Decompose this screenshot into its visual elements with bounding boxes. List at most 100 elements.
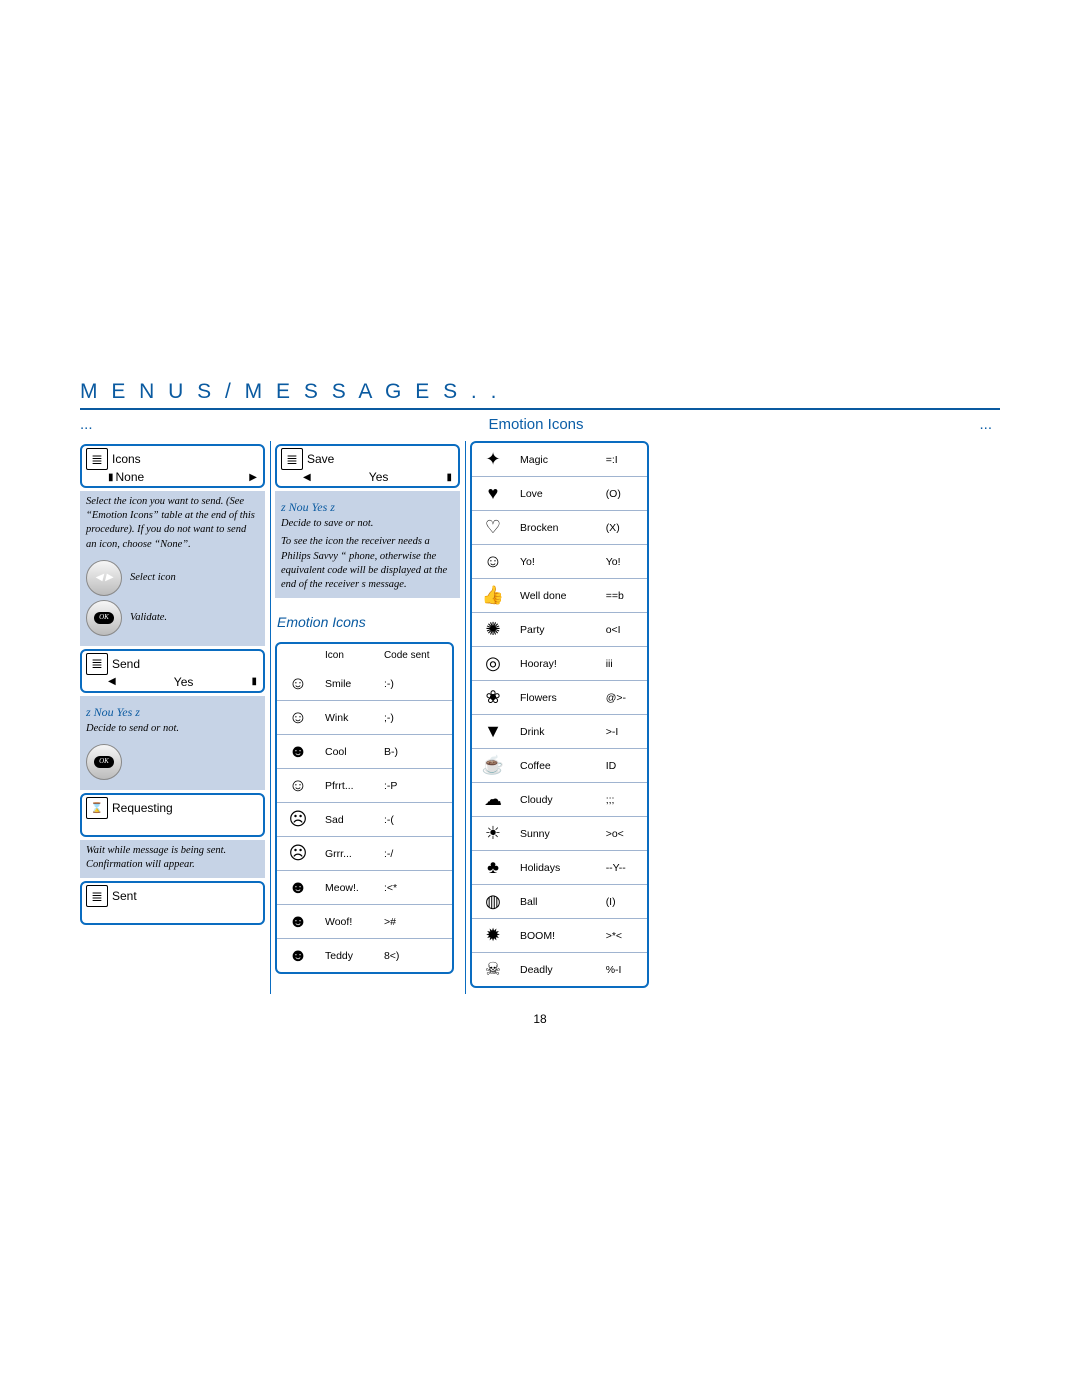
icon-code: >*< [600, 919, 647, 953]
emotion-icon: ♣ [472, 851, 514, 885]
icon-name: Pfrrt... [319, 769, 378, 803]
icon-name: Flowers [514, 681, 600, 715]
left-arrow-icon: ◀ [106, 676, 118, 687]
icon-name: Hooray! [514, 647, 600, 681]
hourglass-icon [86, 797, 108, 819]
phone-screen-icon [281, 448, 303, 470]
icon-code: --Y-- [600, 851, 647, 885]
emotion-icon: ☻ [277, 939, 319, 973]
emotion-icon: ♡ [472, 511, 514, 545]
cursor-icon: ▮ [106, 472, 116, 483]
instruction-text: Decide to save or not. [281, 517, 454, 531]
instruction-text: Select the icon you want to send. (See “… [86, 495, 259, 552]
screen-save: Save ◀ Yes ▮ [275, 444, 460, 488]
screen-send: Send ◀ Yes ▮ [80, 649, 265, 693]
icon-code: Yo! [600, 545, 647, 579]
screen-value: Yes [118, 675, 250, 689]
table-row: ☻CoolB-) [277, 735, 452, 769]
icon-name: Cloudy [514, 783, 600, 817]
icon-code: ># [378, 905, 452, 939]
emotion-icon: ☹ [277, 837, 319, 871]
icon-code: =:I [600, 443, 647, 477]
table-row: ☹Sad:-( [277, 803, 452, 837]
icon-name: Smile [319, 667, 378, 701]
emotion-icon: ☺ [277, 667, 319, 701]
icon-code: 8<) [378, 939, 452, 973]
screen-title: Icons [112, 452, 141, 466]
screen-title: Send [112, 657, 140, 671]
emotion-icon: ❀ [472, 681, 514, 715]
table-row: ✺Partyo<I [472, 613, 647, 647]
left-arrow-icon: ◀ [301, 472, 313, 483]
icon-name: Love [514, 477, 600, 511]
table-row: ❀Flowers@>- [472, 681, 647, 715]
emotion-icon: ☻ [277, 735, 319, 769]
icon-code: :-/ [378, 837, 452, 871]
table-row: ☁Cloudy;;; [472, 783, 647, 817]
col-header-code: Code sent [378, 644, 452, 667]
shade-4: z Nou Yes z Decide to save or not. To se… [275, 491, 460, 598]
table-row: ♡Brocken(X) [472, 511, 647, 545]
emotion-icon: ✦ [472, 443, 514, 477]
icon-code: :-) [378, 667, 452, 701]
emotion-icon: ☺ [277, 701, 319, 735]
table-row: ☺Yo!Yo! [472, 545, 647, 579]
icon-name: BOOM! [514, 919, 600, 953]
emotion-icon: ☠ [472, 953, 514, 987]
screen-title: Requesting [112, 801, 173, 815]
ok-button-icon: OK [86, 744, 122, 780]
icon-code: %-I [600, 953, 647, 987]
table-row: 👍Well done==b [472, 579, 647, 613]
emotion-icon: ☺ [277, 769, 319, 803]
screen-value: Yes [313, 470, 445, 484]
emotion-icon: ☻ [277, 905, 319, 939]
icon-code: (I) [600, 885, 647, 919]
screen-title: Save [307, 452, 334, 466]
emotion-icon: ◎ [472, 647, 514, 681]
nou-label: z Nou Yes z [86, 704, 259, 720]
table-row: ☀Sunny>o< [472, 817, 647, 851]
icon-name: Drink [514, 715, 600, 749]
column-2: Save ◀ Yes ▮ z Nou Yes z Decide to save … [275, 441, 460, 994]
table-row: ♥Love(O) [472, 477, 647, 511]
phone-screen-icon [86, 885, 108, 907]
emotion-icon: ✹ [472, 919, 514, 953]
screen-title: Sent [112, 889, 137, 903]
instruction-text: Decide to send or not. [86, 722, 259, 736]
emotion-icon: ☀ [472, 817, 514, 851]
icon-code: :<* [378, 871, 452, 905]
icon-name: Coffee [514, 749, 600, 783]
nou-label: z Nou Yes z [281, 499, 454, 515]
icon-table-b: ✦Magic=:I♥Love(O)♡Brocken(X)☺Yo!Yo!👍Well… [470, 441, 649, 988]
emotion-icon: ☺ [472, 545, 514, 579]
icon-code: >o< [600, 817, 647, 851]
icon-code: @>- [600, 681, 647, 715]
table-row: ☠Deadly%-I [472, 953, 647, 987]
icon-code: ID [600, 749, 647, 783]
button-label: Select icon [130, 571, 176, 585]
emotion-icon: 👍 [472, 579, 514, 613]
table-row: ☻Teddy8<) [277, 939, 452, 973]
table-row: ◍Ball(I) [472, 885, 647, 919]
table-row: ☕CoffeeID [472, 749, 647, 783]
ok-button-icon: OK [86, 600, 122, 636]
page-number: 18 [80, 1012, 1000, 1026]
icon-name: Yo! [514, 545, 600, 579]
instruction-text: To see the icon the receiver needs a Phi… [281, 535, 454, 592]
table-row: ☻Meow!.:<* [277, 871, 452, 905]
icon-code: iii [600, 647, 647, 681]
icon-name: Deadly [514, 953, 600, 987]
icon-name: Grrr... [319, 837, 378, 871]
icon-table-a: Icon Code sent ☺Smile:-)☺Wink;-)☻CoolB-)… [275, 642, 454, 974]
subhead-center: Emotion Icons [384, 416, 688, 433]
subhead-left: ... [80, 416, 384, 433]
shade-2: z Nou Yes z Decide to send or not. OK [80, 696, 265, 790]
emotion-icon: ☹ [277, 803, 319, 837]
column-1: Icons ▮ None ▶ Select the icon you want … [80, 441, 265, 994]
icon-code: ;-) [378, 701, 452, 735]
screen-requesting: Requesting [80, 793, 265, 837]
emotion-icon: ♥ [472, 477, 514, 511]
page-header: M E N U S / M E S S A G E S . . [80, 380, 1000, 410]
emotion-icon: ◍ [472, 885, 514, 919]
cursor-icon: ▮ [444, 472, 454, 483]
